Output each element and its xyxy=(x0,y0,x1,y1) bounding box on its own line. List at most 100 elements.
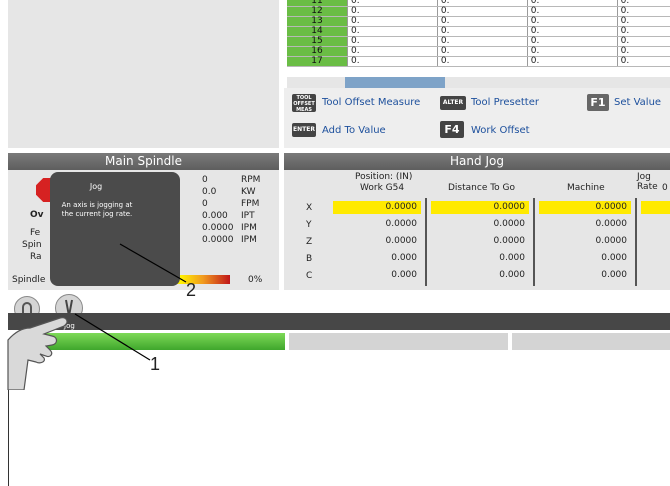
f1-key[interactable]: F1 xyxy=(587,94,609,111)
offset-value-cell[interactable]: 0. xyxy=(436,36,528,47)
override-label-fragment: Ov xyxy=(30,210,44,220)
axis-label: B xyxy=(306,254,313,264)
tool-offset-measure-label: Tool Offset Measure xyxy=(322,97,421,108)
table-row[interactable]: 13 0. 0. 0. 0. xyxy=(287,16,670,27)
column-separator xyxy=(533,198,535,286)
enter-label: Add To Value xyxy=(322,125,386,136)
offset-value-cell[interactable]: 0. xyxy=(347,46,438,57)
pointing-hand-illustration xyxy=(7,317,68,390)
feed-label-fragment: Fe xyxy=(30,228,41,238)
enter-key[interactable]: ENTER xyxy=(292,123,316,137)
offset-number-cell: 12 xyxy=(287,6,348,17)
spindle-label-fragment: Spin xyxy=(22,240,42,250)
dtg-cell[interactable]: 0.0000 xyxy=(431,201,529,214)
offset-value-cell[interactable]: 0. xyxy=(436,26,528,37)
spindle-row-value: 0 xyxy=(202,199,208,209)
offset-value-cell[interactable]: 0. xyxy=(436,6,528,17)
offset-number-cell: 17 xyxy=(287,56,348,67)
table-scrollbar-thumb[interactable] xyxy=(345,77,445,88)
spindle-row-value: 0 xyxy=(202,175,208,185)
tooltip-title: Jog xyxy=(89,182,103,191)
status-segment-3 xyxy=(512,333,670,350)
callout-number-2: 2 xyxy=(186,280,197,300)
offset-value-cell[interactable]: 0. xyxy=(526,56,618,67)
offset-value-cell[interactable]: 0. xyxy=(526,16,618,27)
alter-key[interactable]: ALTER xyxy=(440,96,466,110)
machine-cell[interactable]: 0.000 xyxy=(539,252,631,265)
spindle-row-unit: IPT xyxy=(241,211,255,221)
dtg-cell[interactable]: 0.000 xyxy=(431,252,529,265)
offset-value-cell[interactable]: 0. xyxy=(347,56,438,67)
rapid-label-fragment: Ra xyxy=(30,252,42,262)
offset-value-cell[interactable]: 0. xyxy=(616,26,670,37)
f4-label: Work Offset xyxy=(471,125,530,136)
offset-value-cell[interactable]: 0. xyxy=(347,6,438,17)
offset-value-cell[interactable]: 0. xyxy=(616,46,670,57)
spindle-row-value: 0.000 xyxy=(202,211,228,221)
jog-tooltip: Jog An axis is jogging at the current jo… xyxy=(50,172,180,286)
work-cell[interactable]: 0.0000 xyxy=(333,201,421,214)
work-cell[interactable]: 0.000 xyxy=(333,269,421,282)
spindle-row-value: 0.0000 xyxy=(202,223,234,233)
spindle-load-value: 0% xyxy=(248,275,263,285)
offset-value-cell[interactable]: 0. xyxy=(347,36,438,47)
offset-value-cell[interactable]: 0. xyxy=(616,36,670,47)
column-separator xyxy=(425,198,427,286)
spindle-row-unit: KW xyxy=(241,187,256,197)
alter-label: Tool Presetter xyxy=(471,97,539,108)
column-separator xyxy=(635,198,637,286)
jog-rate-value: 0 xyxy=(662,183,668,193)
status-segment-2 xyxy=(289,333,508,350)
position-header: Position: (IN) xyxy=(355,172,413,182)
axis-label: Z xyxy=(306,237,313,247)
offset-value-cell[interactable]: 0. xyxy=(616,6,670,17)
table-scrollbar-track[interactable] xyxy=(287,77,670,88)
work-cell[interactable]: 0.0000 xyxy=(333,235,421,248)
offset-value-cell[interactable]: 0. xyxy=(347,26,438,37)
offset-value-cell[interactable]: 0. xyxy=(526,46,618,57)
offset-table: 11 0. 0. 0. 0. 12 0. 0. 0. 0. 13 0. 0. 0. 0. 14 0. 0. 0. 0.… xyxy=(287,0,670,78)
table-row[interactable]: 16 0. 0. 0. 0. xyxy=(287,46,670,57)
offset-value-cell[interactable]: 0. xyxy=(347,16,438,27)
table-row[interactable]: 17 0. 0. 0. 0. xyxy=(287,56,670,67)
offset-value-cell[interactable]: 0. xyxy=(526,26,618,37)
jog-rate-cell[interactable] xyxy=(641,201,670,214)
offset-value-cell[interactable]: 0. xyxy=(526,6,618,17)
key-legend-panel: TOOL OFFSET MEAS Tool Offset Measure ALT… xyxy=(284,88,670,148)
spindle-row-unit: FPM xyxy=(241,199,260,209)
offset-value-cell[interactable]: 0. xyxy=(526,36,618,47)
f4-key[interactable]: F4 xyxy=(440,121,464,138)
axis-label: C xyxy=(306,271,313,281)
offset-value-cell[interactable]: 0. xyxy=(436,46,528,57)
table-row[interactable]: 12 0. 0. 0. 0. xyxy=(287,6,670,17)
work-cell[interactable]: 0.000 xyxy=(333,252,421,265)
axis-label: Y xyxy=(306,220,312,230)
dtg-cell[interactable]: 0.0000 xyxy=(431,235,529,248)
machine-cell[interactable]: 0.0000 xyxy=(539,235,631,248)
dtg-cell[interactable]: 0.0000 xyxy=(431,218,529,231)
offset-number-cell: 15 xyxy=(287,36,348,47)
offset-value-cell[interactable]: 0. xyxy=(436,16,528,27)
dtg-header: Distance To Go xyxy=(448,183,516,193)
machine-cell[interactable]: 0.0000 xyxy=(539,201,631,214)
spindle-row-unit: IPM xyxy=(241,235,257,245)
machine-cell[interactable]: 0.0000 xyxy=(539,218,631,231)
table-row[interactable]: 15 0. 0. 0. 0. xyxy=(287,36,670,47)
spindle-row-unit: RPM xyxy=(241,175,261,185)
top-left-panel xyxy=(8,0,279,148)
spindle-row-value: 0.0000 xyxy=(202,235,234,245)
offset-value-cell[interactable]: 0. xyxy=(616,16,670,27)
tool-offset-measure-key[interactable]: TOOL OFFSET MEAS xyxy=(292,94,316,113)
offset-number-cell: 14 xyxy=(287,26,348,37)
offset-value-cell[interactable]: 0. xyxy=(616,56,670,67)
tooltip-text: An axis is jogging at the current jog ra… xyxy=(61,201,133,218)
dtg-cell[interactable]: 0.000 xyxy=(431,269,529,282)
table-row[interactable]: 14 0. 0. 0. 0. xyxy=(287,26,670,37)
status-strip xyxy=(8,313,670,330)
axis-label: X xyxy=(306,203,313,213)
f1-label: Set Value xyxy=(614,97,662,108)
offset-value-cell[interactable]: 0. xyxy=(436,56,528,67)
work-cell[interactable]: 0.0000 xyxy=(333,218,421,231)
callout-number-1: 1 xyxy=(150,354,161,374)
machine-cell[interactable]: 0.000 xyxy=(539,269,631,282)
